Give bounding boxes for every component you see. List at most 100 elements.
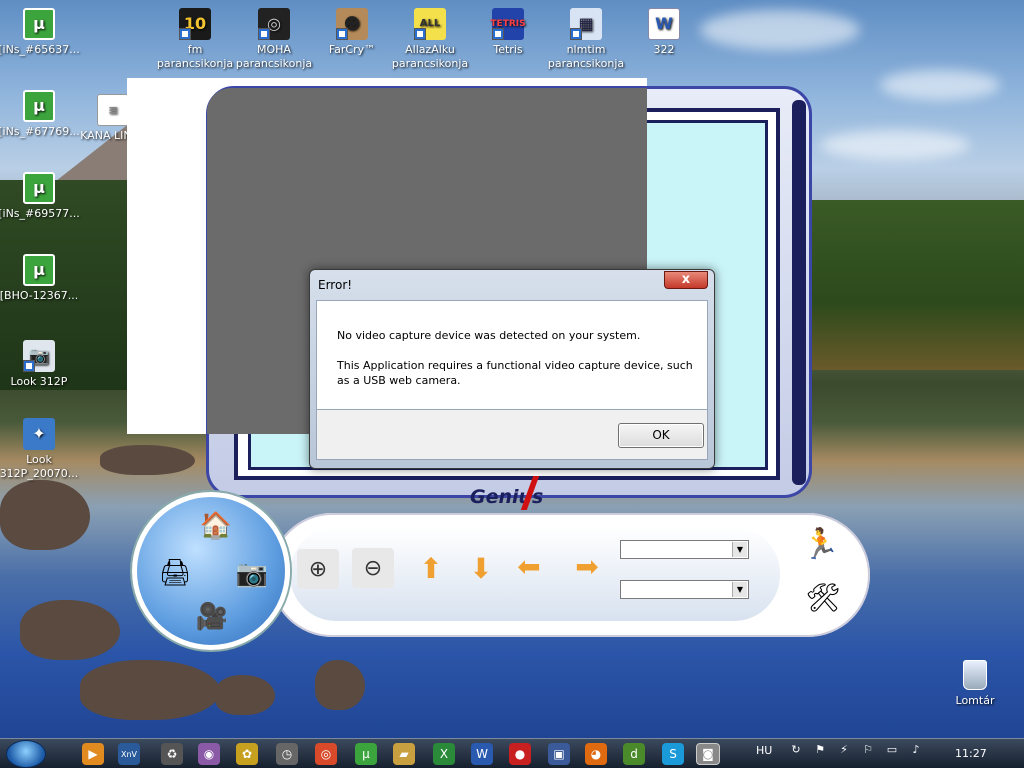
icon-label: AllazAlku parancsikonja xyxy=(391,43,469,70)
icon-label: [BHO-12367... xyxy=(0,289,79,302)
rock xyxy=(215,675,275,715)
desktop-icon-nlmtim[interactable]: ▦ nlmtim parancsikonja xyxy=(541,8,631,71)
utorrent-icon: µ xyxy=(23,172,55,204)
tray-flag-icon[interactable]: ⚐ xyxy=(860,743,876,759)
media-player-icon[interactable]: ▶ xyxy=(82,743,104,765)
desktop-icon-look312p[interactable]: 📷 Look 312P xyxy=(0,340,83,389)
chevron-down-icon[interactable]: ▼ xyxy=(732,582,747,597)
desktop-icon-look312p-installer[interactable]: ✦ Look 312P_20070... xyxy=(0,418,83,481)
desktop-icon-fm[interactable]: 10 fm parancsikonja xyxy=(150,8,240,71)
desktop-icon-allazalku[interactable]: ALL AllazAlku parancsikonja xyxy=(385,8,475,71)
folder-icon[interactable]: ▰ xyxy=(393,743,415,765)
recycle-bin[interactable]: Lomtár xyxy=(942,660,1008,707)
icon-label: FarCry™ xyxy=(328,43,376,56)
chevron-down-icon[interactable]: ▼ xyxy=(732,542,747,557)
pan-right-button[interactable]: ➡ xyxy=(566,546,608,586)
pan-up-button[interactable]: ⬆ xyxy=(410,548,452,588)
dialog-body: No video capture device was detected on … xyxy=(316,300,708,410)
arrow-down-icon: ⬇ xyxy=(469,551,493,585)
camera-shortcut-icon: 📷 xyxy=(23,340,55,372)
floppy-icon[interactable]: ▣ xyxy=(548,743,570,765)
pan-left-button[interactable]: ⬅ xyxy=(508,546,550,586)
farcry-icon: ☻ xyxy=(336,8,368,40)
desktop-icon-tetris[interactable]: TETRIS Tetris xyxy=(463,8,553,57)
device-dropdown[interactable]: ▼ xyxy=(620,540,749,559)
system-clock[interactable]: 11:27 xyxy=(955,747,987,760)
camera-app-taskbar-icon[interactable]: ◙ xyxy=(696,743,720,765)
forest-right xyxy=(810,200,1024,370)
arrow-up-icon: ⬆ xyxy=(419,551,443,585)
icon-label: [iNs_#65637... xyxy=(0,43,80,56)
zoom-in-button[interactable]: ⊕ xyxy=(297,549,339,589)
start-button[interactable] xyxy=(6,740,46,768)
pan-down-button[interactable]: ⬇ xyxy=(460,548,502,588)
rock xyxy=(315,660,365,710)
icon-label: MOHA parancsikonja xyxy=(235,43,313,70)
recycle-tool-icon[interactable]: ♻ xyxy=(161,743,183,765)
rock xyxy=(80,660,220,720)
app-window-icon: ▦ xyxy=(570,8,602,40)
icon-label: Tetris xyxy=(493,43,523,56)
icon-label: nlmtim parancsikonja xyxy=(547,43,625,70)
paint-icon[interactable]: ✿ xyxy=(236,743,258,765)
zoom-out-button[interactable]: ⊖ xyxy=(352,548,394,588)
desktop-icon-322[interactable]: W 322 xyxy=(619,8,709,57)
moha-game-icon: ◎ xyxy=(258,8,290,40)
allazalku-icon: ALL xyxy=(414,8,446,40)
icon-label: fm parancsikonja xyxy=(156,43,234,70)
antivirus-icon[interactable]: ● xyxy=(509,743,531,765)
icon-label: Look 312P_20070... xyxy=(0,453,79,480)
video-camera-icon[interactable]: 🎥 xyxy=(192,598,232,636)
arrow-right-icon: ➡ xyxy=(575,549,599,583)
tetris-icon: TETRIS xyxy=(490,8,526,40)
desktop-icon-farcry[interactable]: ☻ FarCry™ xyxy=(307,8,397,57)
firefox-icon[interactable]: ◕ xyxy=(585,743,607,765)
tray-network-icon[interactable]: ⚑ xyxy=(812,743,828,759)
desktop-icon-torrent-3[interactable]: µ [iNs_#69577... xyxy=(0,172,83,221)
tools-icon[interactable]: 🛠 xyxy=(800,578,846,616)
close-icon: x xyxy=(681,272,691,287)
word-icon[interactable]: W xyxy=(471,743,493,765)
fm-game-icon: 10 xyxy=(179,8,211,40)
skype-icon[interactable]: S xyxy=(662,743,684,765)
tray-power-icon[interactable]: ⚡ xyxy=(836,743,852,759)
utorrent-icon: µ xyxy=(23,90,55,122)
document-icon: ≡ xyxy=(97,94,129,126)
resolution-dropdown[interactable]: ▼ xyxy=(620,580,749,599)
recycle-bin-label: Lomtár xyxy=(955,694,995,707)
dialog-footer: OK xyxy=(316,410,708,460)
language-indicator[interactable]: HU xyxy=(756,744,772,757)
scanner-icon[interactable]: 🖨 xyxy=(152,555,198,591)
dialog-message-primary: No video capture device was detected on … xyxy=(337,329,641,342)
close-button[interactable]: x xyxy=(664,271,708,289)
ok-button[interactable]: OK xyxy=(618,423,704,448)
vuze-icon[interactable]: d xyxy=(623,743,645,765)
rock xyxy=(100,445,195,475)
cloud xyxy=(700,10,860,50)
desktop-icon-moha[interactable]: ◎ MOHA parancsikonja xyxy=(229,8,319,71)
desktop-icon-torrent-4[interactable]: µ [BHO-12367... xyxy=(0,254,83,303)
word-document-icon: W xyxy=(648,8,680,40)
zoom-out-icon: ⊖ xyxy=(363,555,383,581)
clock-icon[interactable]: ◷ xyxy=(276,743,298,765)
excel-icon[interactable]: X xyxy=(433,743,455,765)
xnview-icon[interactable]: XnV xyxy=(118,743,140,765)
camera-icon[interactable]: 📷 xyxy=(230,556,274,592)
network-icon[interactable]: ◉ xyxy=(198,743,220,765)
rock xyxy=(20,600,120,660)
utorrent-icon: µ xyxy=(23,8,55,40)
chrome-icon[interactable]: ◎ xyxy=(315,743,337,765)
installer-icon: ✦ xyxy=(23,418,55,450)
running-man-icon[interactable]: 🏃 xyxy=(796,524,846,564)
tray-sync-icon[interactable]: ↻ xyxy=(788,743,804,759)
zoom-in-icon: ⊕ xyxy=(308,556,328,582)
tray-volume-icon[interactable]: ♪ xyxy=(908,743,924,759)
rock xyxy=(0,480,90,550)
utorrent-icon[interactable]: µ xyxy=(355,743,377,765)
tray-monitor-icon[interactable]: ▭ xyxy=(884,743,900,759)
cloud xyxy=(880,70,1000,100)
home-icon[interactable]: 🏠 xyxy=(196,508,236,544)
desktop-icon-torrent-1[interactable]: µ [iNs_#65637... xyxy=(0,8,83,57)
icon-label: Look 312P xyxy=(10,375,68,388)
cloud xyxy=(820,130,970,160)
